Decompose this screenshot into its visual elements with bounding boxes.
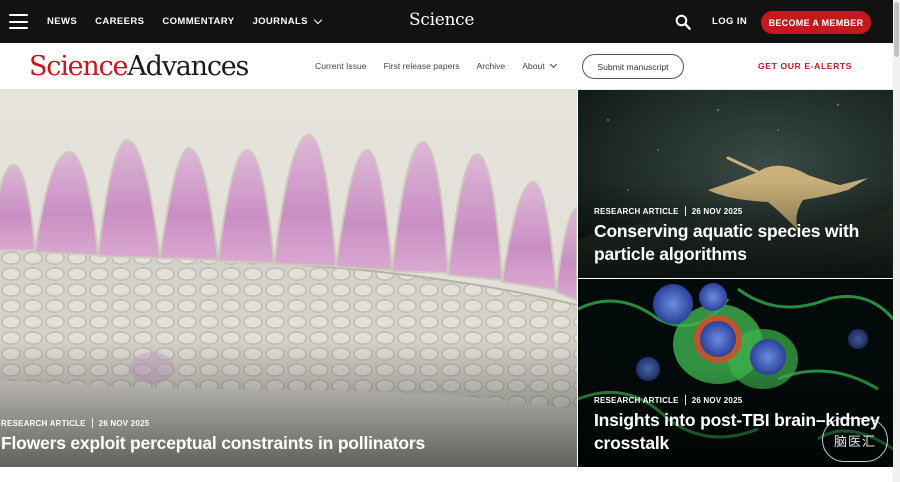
nav-label: About — [522, 61, 545, 71]
journal-nav: Current Issue First release papers Archi… — [315, 43, 573, 89]
chevron-down-icon — [313, 15, 323, 25]
journal-logo-advances: Advances — [127, 51, 249, 82]
article-headline[interactable]: Flowers exploit perceptual constraints i… — [1, 432, 561, 455]
top-nav-label: CAREERS — [95, 16, 145, 27]
article-type: RESEARCH ARTICLE — [1, 418, 86, 428]
article-meta: RESEARCH ARTICLE 26 NOV 2025 — [594, 206, 742, 216]
nav-archive[interactable]: Archive — [477, 61, 506, 71]
journal-logo[interactable]: ScienceAdvances — [29, 51, 249, 82]
article-date: 26 NOV 2025 — [691, 395, 743, 405]
article-type: RESEARCH ARTICLE — [594, 395, 679, 405]
e-alerts-link[interactable]: GET OUR E-ALERTS — [758, 61, 852, 71]
nav-label: First release papers — [383, 61, 460, 71]
watermark-logo: 脑医汇 — [822, 418, 888, 462]
article-date: 26 NOV 2025 — [691, 206, 743, 216]
nav-about[interactable]: About — [522, 60, 557, 71]
become-member-button[interactable]: BECOME A MEMBER — [761, 11, 871, 34]
article-date: 26 NOV 2025 — [98, 418, 150, 428]
nav-label: Archive — [476, 61, 506, 71]
scrollbar[interactable] — [893, 0, 900, 482]
top-nav-careers[interactable]: CAREERS — [95, 16, 144, 27]
science-logo[interactable]: Science — [409, 10, 474, 30]
hero-main-article[interactable]: RESEARCH ARTICLE 26 NOV 2025 Flowers exp… — [0, 90, 577, 467]
article-meta: RESEARCH ARTICLE 26 NOV 2025 — [594, 395, 742, 405]
login-link[interactable]: LOG IN — [712, 16, 747, 27]
flower-micrograph-image — [0, 90, 577, 467]
nav-label: Current Issue — [315, 61, 367, 71]
article-type: RESEARCH ARTICLE — [594, 206, 679, 216]
top-nav-label: NEWS — [47, 16, 78, 27]
nav-first-release-papers[interactable]: First release papers — [384, 61, 460, 71]
meta-divider — [684, 206, 686, 216]
chevron-down-icon — [549, 60, 557, 69]
article-headline[interactable]: Conserving aquatic species with particle… — [594, 220, 884, 266]
scrollbar-thumb[interactable] — [894, 2, 899, 57]
page: NEWS CAREERS COMMENTARY JOURNALS Science… — [0, 0, 900, 482]
journal-bar: ScienceAdvances Current Issue First rele… — [0, 43, 893, 90]
journal-logo-science: Science — [29, 51, 129, 82]
nav-current-issue[interactable]: Current Issue — [315, 61, 367, 71]
meta-divider — [684, 395, 686, 405]
hero-side-article-1[interactable]: RESEARCH ARTICLE 26 NOV 2025 Conserving … — [578, 90, 893, 278]
top-nav-label: COMMENTARY — [162, 16, 235, 27]
hamburger-icon[interactable] — [9, 14, 28, 29]
article-meta: RESEARCH ARTICLE 26 NOV 2025 — [1, 418, 149, 428]
top-nav-commentary[interactable]: COMMENTARY — [162, 16, 234, 27]
site-top-bar: NEWS CAREERS COMMENTARY JOURNALS Science… — [0, 0, 893, 43]
top-nav-label: JOURNALS — [252, 16, 308, 27]
top-nav-journals[interactable]: JOURNALS — [252, 15, 323, 27]
top-nav-news[interactable]: NEWS — [47, 16, 77, 27]
top-nav: NEWS CAREERS COMMENTARY JOURNALS — [47, 0, 339, 43]
submit-manuscript-button[interactable]: Submit manuscript — [582, 54, 684, 79]
meta-divider — [91, 418, 93, 428]
search-icon[interactable] — [675, 14, 691, 30]
